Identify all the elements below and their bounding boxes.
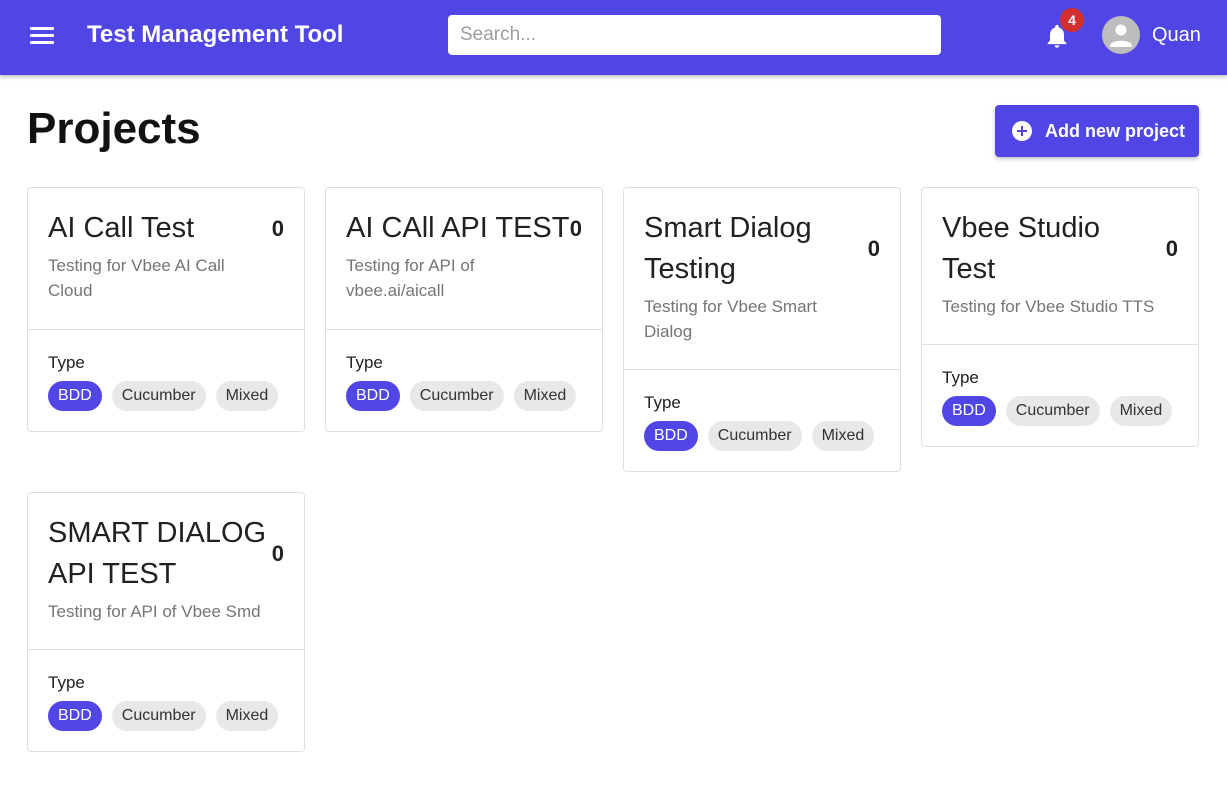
chip-cucumber[interactable]: Cucumber [707, 421, 802, 451]
card-divider [28, 329, 304, 330]
chip-bdd[interactable]: BDD [942, 396, 996, 426]
project-description: Testing for Vbee Smart Dialog [644, 297, 817, 341]
project-count: 0 [271, 216, 284, 241]
type-chips: BDD Cucumber Mixed [644, 421, 884, 451]
chip-mixed[interactable]: Mixed [215, 701, 279, 731]
project-description: Testing for API of Vbee Smd [48, 602, 261, 621]
type-chips: BDD Cucumber Mixed [48, 381, 288, 411]
chip-mixed[interactable]: Mixed [215, 381, 279, 411]
project-card[interactable]: AI Call Test 0 Testing for Vbee AI Call … [27, 187, 305, 432]
project-count: 0 [569, 216, 582, 241]
chip-mixed[interactable]: Mixed [513, 381, 577, 411]
user-name[interactable]: Quan [1152, 24, 1201, 47]
chip-cucumber[interactable]: Cucumber [409, 381, 504, 411]
account-circle-icon[interactable] [1102, 16, 1140, 54]
app-title: Test Management Tool [87, 21, 344, 48]
chip-bdd[interactable]: BDD [644, 421, 698, 451]
project-title: Vbee Studio Test [942, 212, 1101, 285]
search-input[interactable] [448, 15, 941, 55]
add-new-project-label: Add new project [1045, 121, 1186, 141]
project-card[interactable]: Vbee Studio Test 0 Testing for Vbee Stud… [921, 187, 1199, 447]
type-chips: BDD Cucumber Mixed [942, 396, 1182, 426]
chip-cucumber[interactable]: Cucumber [1005, 396, 1100, 426]
project-card[interactable]: Smart Dialog Testing 0 Testing for Vbee … [623, 187, 901, 472]
project-count: 0 [1165, 236, 1178, 261]
chip-cucumber[interactable]: Cucumber [111, 701, 206, 731]
project-title: AI CAll API TEST [346, 212, 570, 244]
project-title: Smart Dialog Testing [644, 212, 812, 285]
project-title: AI Call Test [48, 212, 195, 244]
card-divider [624, 369, 900, 370]
project-count: 0 [271, 541, 284, 566]
card-divider [326, 329, 602, 330]
type-label: Type [48, 673, 85, 692]
add-new-project-button[interactable]: Add new project [995, 105, 1199, 157]
page-title: Projects [27, 104, 201, 153]
project-description: Testing for Vbee Studio TTS [942, 297, 1155, 316]
project-card[interactable]: AI CAll API TEST 0 Testing for API of vb… [325, 187, 603, 432]
chip-bdd[interactable]: BDD [48, 381, 102, 411]
card-divider [28, 649, 304, 650]
type-label: Type [48, 353, 85, 372]
type-label: Type [644, 393, 681, 412]
menu-icon[interactable] [22, 18, 62, 54]
type-label: Type [942, 368, 979, 387]
type-label: Type [346, 353, 383, 372]
chip-mixed[interactable]: Mixed [1109, 396, 1173, 426]
chip-bdd[interactable]: BDD [346, 381, 400, 411]
project-title: SMART DIALOG API TEST [48, 517, 267, 590]
app-bar: Test Management Tool 4 Quan [0, 0, 1227, 75]
type-chips: BDD Cucumber Mixed [48, 701, 288, 731]
add-circle-icon [1012, 121, 1032, 141]
project-count: 0 [867, 236, 880, 261]
type-chips: BDD Cucumber Mixed [346, 381, 586, 411]
card-divider [922, 344, 1198, 345]
project-description: Testing for Vbee AI Call Cloud [48, 256, 225, 300]
notification-badge: 4 [1060, 8, 1084, 32]
project-description: Testing for API of vbee.ai/aicall [346, 256, 475, 300]
chip-bdd[interactable]: BDD [48, 701, 102, 731]
chip-cucumber[interactable]: Cucumber [111, 381, 206, 411]
project-card[interactable]: SMART DIALOG API TEST 0 Testing for API … [27, 492, 305, 752]
chip-mixed[interactable]: Mixed [811, 421, 875, 451]
